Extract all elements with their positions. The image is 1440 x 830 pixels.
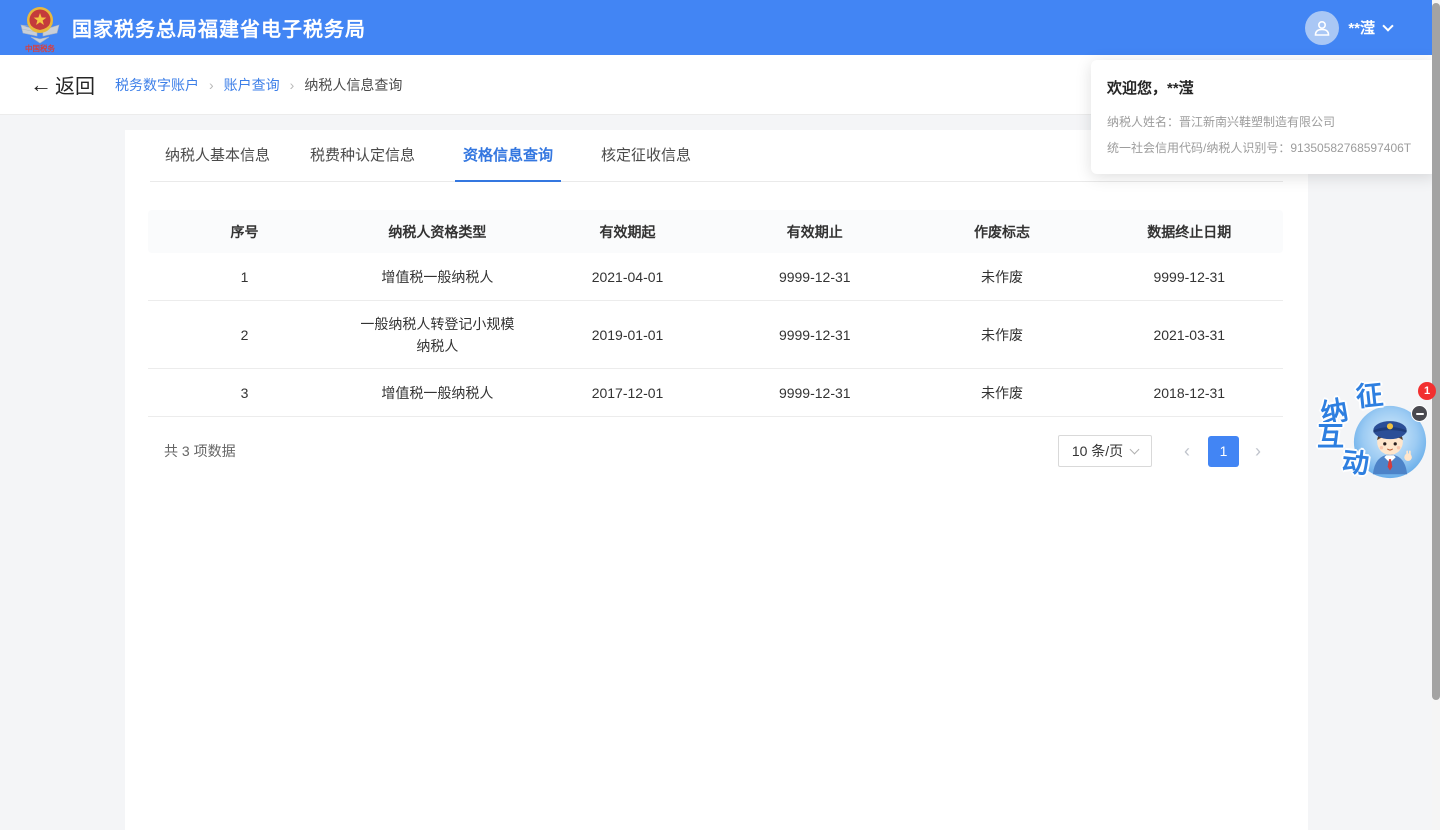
column-header-index: 序号	[148, 222, 341, 242]
tab-tax-type-determination[interactable]: 税费种认定信息	[310, 144, 415, 182]
table-cell: 2021-03-31	[1096, 316, 1283, 354]
breadcrumb-link-tax-digital-account[interactable]: 税务数字账户	[115, 75, 199, 95]
table-cell: 增值税一般纳税人	[341, 258, 534, 296]
table-cell: 1	[148, 258, 341, 296]
svg-text:中国税务: 中国税务	[25, 43, 55, 53]
table-cell: 未作废	[908, 316, 1095, 354]
page-size-select[interactable]: 10 条/页	[1058, 435, 1152, 467]
table-footer: 共 3 项数据 10 条/页 ‹ 1 ›	[148, 435, 1283, 467]
table-row: 1 增值税一般纳税人 2021-04-01 9999-12-31 未作废 999…	[148, 253, 1283, 301]
column-header-void-flag: 作废标志	[908, 222, 1095, 242]
qualification-table: 序号 纳税人资格类型 有效期起 有效期止 作废标志 数据终止日期 1 增值税一般…	[148, 210, 1283, 417]
table-row: 3 增值税一般纳税人 2017-12-01 9999-12-31 未作废 201…	[148, 369, 1283, 417]
breadcrumb-separator: ›	[209, 77, 214, 93]
user-info-panel: 欢迎您，**滢 纳税人姓名：晋江新南兴鞋塑制造有限公司 统一社会信用代码/纳税人…	[1091, 60, 1437, 174]
person-icon	[1312, 18, 1332, 38]
table-cell: 未作废	[908, 374, 1095, 412]
breadcrumb-link-account-query[interactable]: 账户查询	[224, 75, 280, 95]
tax-emblem-logo: 中国税务	[17, 3, 63, 53]
back-arrow-icon: ←	[30, 74, 52, 96]
notification-badge: 1	[1418, 382, 1436, 400]
tab-taxpayer-basic-info[interactable]: 纳税人基本信息	[165, 144, 270, 182]
table-cell: 2021-04-01	[534, 258, 721, 296]
back-button[interactable]: ← 返回	[30, 70, 95, 99]
app-title: 国家税务总局福建省电子税务局	[72, 13, 366, 42]
username[interactable]: **滢	[1348, 17, 1375, 38]
widget-char-dong: 动	[1341, 449, 1371, 479]
column-header-valid-from: 有效期起	[534, 222, 721, 242]
app-header: 中国税务 国家税务总局福建省电子税务局 **滢	[0, 0, 1440, 55]
tab-qualification-query[interactable]: 资格信息查询	[455, 144, 561, 182]
table-header-row: 序号 纳税人资格类型 有效期起 有效期止 作废标志 数据终止日期	[148, 210, 1283, 253]
tab-assessed-collection[interactable]: 核定征收信息	[601, 144, 691, 182]
table-cell: 2017-12-01	[534, 374, 721, 412]
table-row: 2 一般纳税人转登记小规模纳税人 2019-01-01 9999-12-31 未…	[148, 301, 1283, 369]
table-cell: 9999-12-31	[721, 316, 908, 354]
table-cell: 未作废	[908, 258, 1095, 296]
page-number-button[interactable]: 1	[1208, 436, 1239, 467]
chevron-down-icon	[1130, 445, 1140, 455]
minimize-button[interactable]	[1411, 405, 1428, 422]
total-count-label: 共 3 项数据	[148, 441, 236, 461]
content-card: 纳税人基本信息 税费种认定信息 资格信息查询 核定征收信息 序号 纳税人资格类型…	[125, 130, 1308, 830]
column-header-valid-to: 有效期止	[721, 222, 908, 242]
taxpayer-name-value: 晋江新南兴鞋塑制造有限公司	[1179, 115, 1335, 129]
pagination: 10 条/页 ‹ 1 ›	[1058, 435, 1265, 467]
table-cell: 9999-12-31	[721, 374, 908, 412]
minus-icon	[1416, 413, 1424, 415]
column-header-qualification-type: 纳税人资格类型	[341, 222, 534, 242]
taxpayer-name-label: 纳税人姓名：	[1107, 115, 1179, 129]
table-cell: 2	[148, 316, 341, 354]
column-header-data-end-date: 数据终止日期	[1096, 222, 1283, 242]
back-label: 返回	[55, 70, 95, 99]
credit-code-value: 91350582768597406T	[1290, 141, 1411, 155]
credit-code-row: 统一社会信用代码/纳税人识别号：91350582768597406T	[1107, 135, 1421, 161]
prev-page-button[interactable]: ‹	[1180, 442, 1194, 460]
next-page-button[interactable]: ›	[1251, 442, 1265, 460]
table-cell: 9999-12-31	[1096, 258, 1283, 296]
widget-char-zheng: 征	[1355, 382, 1385, 412]
chevron-down-icon[interactable]	[1382, 20, 1393, 31]
page-size-value: 10 条/页	[1072, 441, 1123, 461]
table-cell: 9999-12-31	[721, 258, 908, 296]
widget-char-hu: 互	[1317, 424, 1344, 451]
table-cell: 增值税一般纳税人	[341, 374, 534, 412]
table-cell: 一般纳税人转登记小规模纳税人	[341, 305, 534, 365]
breadcrumb: 税务数字账户 › 账户查询 › 纳税人信息查询	[115, 75, 402, 95]
table-cell: 2019-01-01	[534, 316, 721, 354]
table-cell: 3	[148, 374, 341, 412]
breadcrumb-separator: ›	[290, 77, 295, 93]
interaction-widget[interactable]: 征 纳 互 动 1	[1314, 378, 1438, 492]
credit-code-label: 统一社会信用代码/纳税人识别号：	[1107, 141, 1290, 155]
user-avatar[interactable]	[1305, 11, 1339, 45]
welcome-greeting: 欢迎您，**滢	[1107, 77, 1421, 98]
taxpayer-name-row: 纳税人姓名：晋江新南兴鞋塑制造有限公司	[1107, 109, 1421, 135]
breadcrumb-current: 纳税人信息查询	[304, 75, 402, 95]
scrollbar-thumb[interactable]	[1432, 3, 1440, 700]
table-cell: 2018-12-31	[1096, 374, 1283, 412]
